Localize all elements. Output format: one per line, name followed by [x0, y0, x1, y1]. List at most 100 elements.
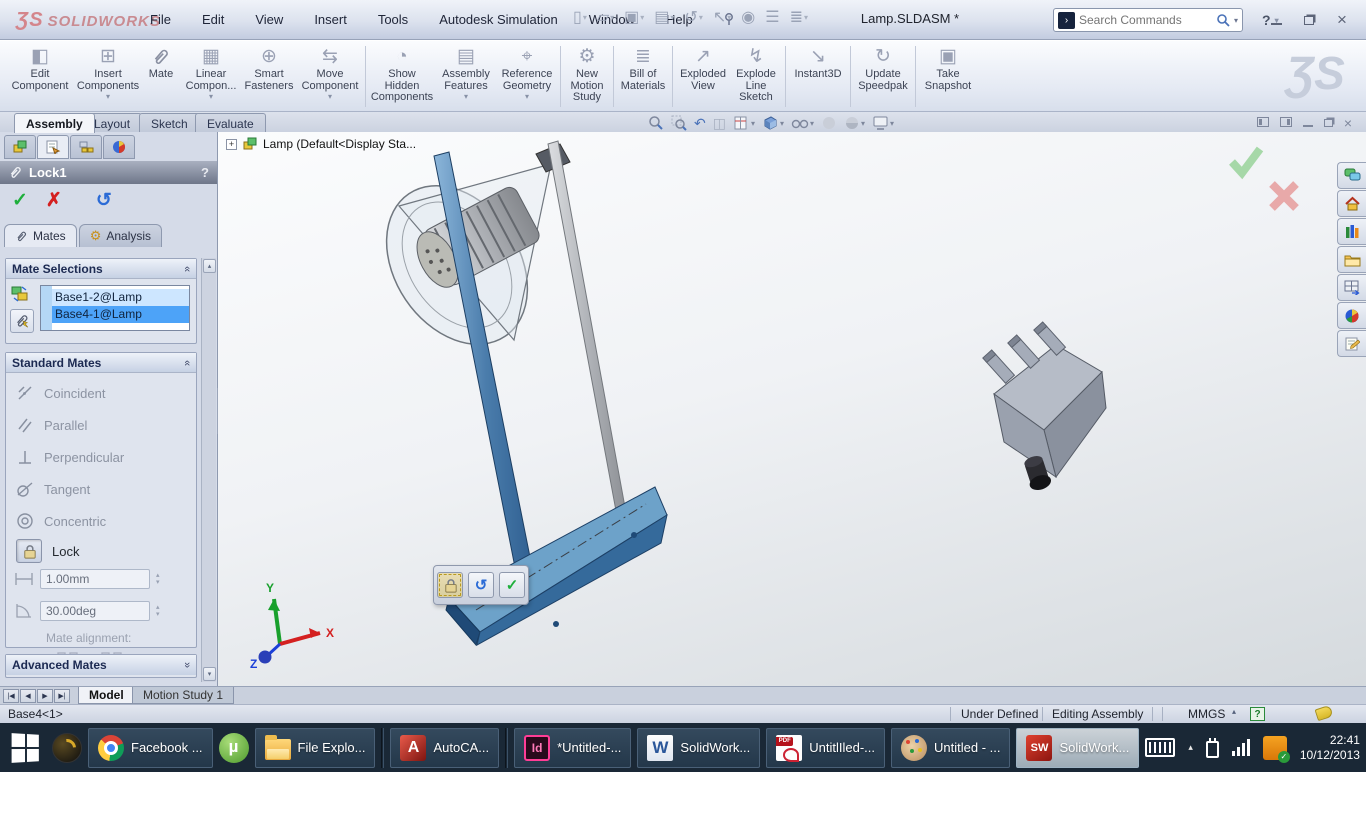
edit-appearance-button[interactable]: [821, 115, 837, 131]
taskbar-clock[interactable]: 22:4110/12/2013: [1300, 733, 1360, 763]
smart-fasteners-button[interactable]: ⊕Smart Fasteners: [240, 44, 298, 109]
units-caret-icon[interactable]: ▴: [1232, 707, 1236, 716]
angle-value-input[interactable]: [40, 601, 150, 621]
tab-motion-study-1[interactable]: Motion Study 1: [132, 687, 234, 704]
touch-keyboard-icon[interactable]: [1145, 738, 1175, 757]
open-document-button[interactable]: ▱▾: [594, 7, 617, 27]
hide-show-items-button[interactable]: ▾: [791, 116, 814, 130]
section-view-button[interactable]: ◫: [713, 115, 726, 132]
zoom-to-fit-button[interactable]: [648, 115, 664, 131]
view-palette-tab[interactable]: [1337, 274, 1366, 301]
mate-selections-list[interactable]: Base1-2@Lamp Base4-1@Lamp: [40, 285, 190, 331]
graphics-viewport[interactable]: + Lamp (Default<Display Sta...: [218, 132, 1366, 686]
utorrent-icon[interactable]: [219, 733, 249, 763]
print-button[interactable]: ▤▾: [651, 7, 677, 27]
file-properties-button[interactable]: ☰: [762, 7, 782, 27]
solidworks-forum-tab[interactable]: [1337, 162, 1366, 189]
apply-scene-button[interactable]: ▾: [844, 115, 865, 131]
insert-components-button[interactable]: ⊞Insert Components▾: [76, 44, 140, 109]
solidworks-resources-tab[interactable]: [1337, 190, 1366, 217]
close-button[interactable]: ×: [1332, 10, 1352, 30]
undo-button[interactable]: ↺▾: [681, 7, 705, 27]
new-document-button[interactable]: ▯▾: [570, 7, 590, 27]
feature-manager-tab[interactable]: [4, 135, 36, 159]
display-manager-tab[interactable]: [103, 135, 135, 159]
mate-selections-header[interactable]: Mate Selections «: [6, 259, 196, 279]
scroll-down-button[interactable]: ▾: [203, 667, 216, 681]
take-snapshot-button[interactable]: ▣Take Snapshot: [919, 44, 977, 109]
prev-tab-button[interactable]: ◀: [20, 689, 36, 703]
bill-of-materials-button[interactable]: ≣Bill of Materials: [617, 44, 669, 109]
ok-button[interactable]: ✓: [12, 189, 28, 212]
lamp-arm-rear[interactable]: [548, 141, 633, 554]
tab-mates[interactable]: Mates: [4, 224, 77, 247]
mate-button[interactable]: Mate: [140, 44, 182, 109]
reference-geometry-button[interactable]: ⌖Reference Geometry▾: [497, 44, 557, 109]
custom-properties-tab[interactable]: [1337, 330, 1366, 357]
explode-line-sketch-button[interactable]: ↯Explode Line Sketch: [730, 44, 782, 109]
view-orientation-button[interactable]: ▾: [733, 115, 755, 131]
mate-lock-button[interactable]: Lock: [16, 539, 79, 563]
mate-tangent-button[interactable]: Tangent: [16, 477, 90, 501]
next-pane-button[interactable]: [1280, 116, 1292, 130]
mate-coincident-button[interactable]: Coincident: [16, 381, 105, 405]
next-tab-button[interactable]: ▶: [37, 689, 53, 703]
mate-concentric-button[interactable]: Concentric: [16, 509, 106, 533]
tab-assembly[interactable]: Assembly: [14, 113, 95, 133]
select-button[interactable]: ↖▾: [710, 7, 734, 27]
appearances-scenes-tab[interactable]: [1337, 302, 1366, 329]
antivirus-icon[interactable]: [1263, 736, 1287, 760]
taskbar-pinned-app-icon[interactable]: [52, 733, 82, 763]
advanced-mates-header[interactable]: Advanced Mates »: [6, 655, 196, 675]
distance-spinner[interactable]: ▴▾: [156, 572, 160, 586]
mate-selection-item[interactable]: Base1-2@Lamp: [52, 289, 189, 306]
menu-autodesk-simulation[interactable]: Autodesk Simulation: [437, 10, 560, 29]
search-commands-input[interactable]: [1079, 13, 1212, 27]
start-button[interactable]: [6, 728, 46, 768]
tab-model[interactable]: Model: [78, 687, 135, 704]
tab-analysis[interactable]: ⚙Analysis: [79, 224, 162, 247]
menu-insert[interactable]: Insert: [312, 10, 349, 29]
distance-value-input[interactable]: [40, 569, 150, 589]
configuration-manager-tab[interactable]: [70, 135, 102, 159]
restore-button[interactable]: [1299, 12, 1319, 28]
popup-lock-mate-button[interactable]: [437, 572, 463, 598]
multiple-mate-mode-button[interactable]: [10, 309, 34, 333]
scroll-up-button[interactable]: ▴: [203, 259, 216, 273]
standard-mates-header[interactable]: Standard Mates «: [6, 353, 196, 373]
taskbar-button-indesign[interactable]: *Untitled-...: [514, 728, 631, 768]
document-restore-button[interactable]: [1324, 116, 1333, 130]
search-icon[interactable]: [1216, 13, 1230, 27]
search-caret-icon[interactable]: ▾: [1234, 16, 1238, 25]
popup-ok-button[interactable]: ✓: [499, 572, 525, 598]
document-close-button[interactable]: ×: [1344, 115, 1352, 131]
tray-expand-icon[interactable]: ▴: [1188, 742, 1193, 753]
save-button[interactable]: ▣▾: [621, 7, 647, 27]
property-manager-help-icon[interactable]: ?: [201, 165, 209, 180]
taskbar-button-autocad[interactable]: AutoCA...: [390, 728, 499, 768]
design-library-tab[interactable]: [1337, 218, 1366, 245]
previous-pane-button[interactable]: [1257, 116, 1269, 130]
confirm-cancel-icon[interactable]: [1272, 184, 1296, 208]
tab-sketch[interactable]: Sketch: [139, 113, 200, 133]
mate-perpendicular-button[interactable]: Perpendicular: [16, 445, 124, 469]
base4-component[interactable]: [983, 322, 1106, 493]
first-tab-button[interactable]: |◀: [3, 689, 19, 703]
assembly-3d-view[interactable]: Y X Z: [218, 132, 1366, 686]
update-speedpak-button[interactable]: ↻Update Speedpak: [854, 44, 912, 109]
display-style-button[interactable]: ▾: [762, 115, 784, 131]
taskbar-button-solidworks[interactable]: SolidWork...: [1016, 728, 1139, 768]
last-tab-button[interactable]: ▶|: [54, 689, 70, 703]
document-minimize-button[interactable]: [1303, 116, 1313, 130]
taskbar-button-chrome-facebook[interactable]: Facebook ...: [88, 728, 213, 768]
confirm-ok-icon[interactable]: [1232, 149, 1260, 173]
move-component-button[interactable]: ⇆Move Component▾: [298, 44, 362, 109]
network-signal-icon[interactable]: [1232, 739, 1250, 756]
previous-view-button[interactable]: ↶: [694, 115, 706, 132]
tag-icon[interactable]: [1315, 705, 1334, 721]
mate-parallel-button[interactable]: Parallel: [16, 413, 87, 437]
show-hidden-components-button[interactable]: ◔Show Hidden Components: [369, 44, 435, 109]
taskbar-button-file-explorer[interactable]: File Explo...: [255, 728, 376, 768]
menu-view[interactable]: View: [253, 10, 285, 29]
cancel-button[interactable]: ✗: [46, 189, 62, 212]
